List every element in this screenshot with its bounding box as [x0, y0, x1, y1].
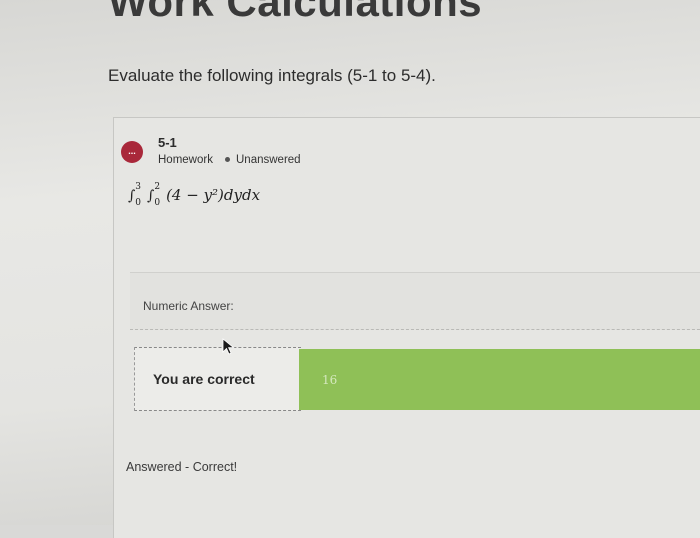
outer-lower-limit: 0: [135, 198, 142, 208]
bullet-separator-icon: [225, 157, 230, 162]
mouse-cursor-icon: [222, 338, 235, 355]
inner-limits: 20: [154, 183, 161, 208]
question-number: 5-1: [158, 135, 177, 150]
integral-expression: ∫ 3 0 ∫ 2 0 (4 − y²)dydx: [128, 183, 261, 208]
integrand: (4 − y²)dydx: [166, 186, 261, 204]
outer-limits: 30: [135, 183, 142, 208]
numeric-answer-label: Numeric Answer:: [143, 299, 234, 313]
answer-value: 16: [322, 373, 338, 387]
outer-upper-limit: 3: [135, 182, 142, 192]
page-heading: Work Calculations: [108, 0, 483, 25]
instructions-text: Evaluate the following integrals (5-1 to…: [108, 66, 436, 85]
numeric-answer-input[interactable]: [299, 349, 700, 410]
question-menu-icon[interactable]: ...: [121, 141, 143, 163]
homework-page: Work Calculations Evaluate the following…: [0, 0, 700, 538]
integral-sign-icon: ∫: [128, 188, 136, 204]
inner-upper-limit: 2: [154, 182, 161, 192]
question-type: Homework: [158, 154, 213, 166]
answer-status: Answered - Correct!: [126, 460, 238, 474]
feedback-text: You are correct: [153, 371, 255, 387]
inner-lower-limit: 0: [154, 198, 161, 208]
integral-sign-icon: ∫: [147, 188, 155, 204]
question-status: Unanswered: [236, 154, 301, 166]
